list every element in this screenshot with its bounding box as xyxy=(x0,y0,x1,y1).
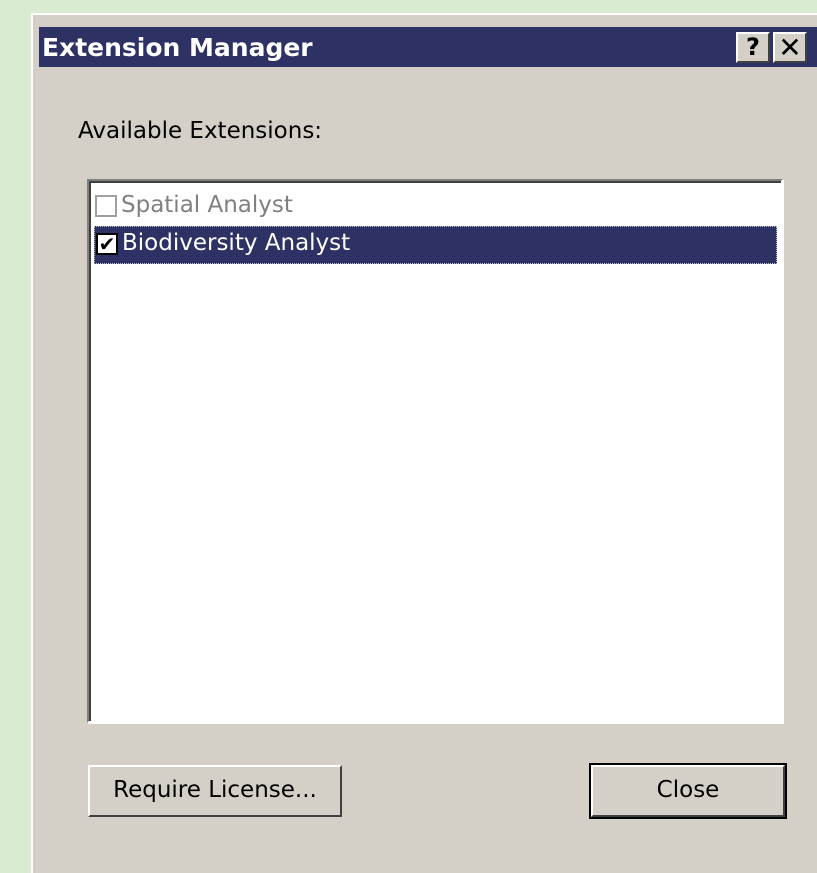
available-extensions-label: Available Extensions: xyxy=(78,118,323,144)
checkbox-spatial-analyst[interactable] xyxy=(95,195,117,217)
list-item[interactable]: ✔ Biodiversity Analyst xyxy=(94,226,777,264)
checkbox-biodiversity-analyst[interactable]: ✔ xyxy=(96,233,118,255)
close-window-button[interactable]: ✕ xyxy=(773,32,807,63)
extensions-list[interactable]: Spatial Analyst ✔ Biodiversity Analyst xyxy=(87,179,783,723)
close-button[interactable]: Close xyxy=(589,763,787,819)
require-license-button[interactable]: Require License... xyxy=(88,765,342,817)
extension-name: Spatial Analyst xyxy=(121,192,293,218)
extension-name: Biodiversity Analyst xyxy=(122,230,351,256)
extension-manager-dialog: Extension Manager ? ✕ Available Extensio… xyxy=(31,13,817,873)
help-button[interactable]: ? xyxy=(736,32,770,63)
window-title: Extension Manager xyxy=(42,33,313,62)
title-bar[interactable]: Extension Manager ? ✕ xyxy=(39,27,817,67)
list-item[interactable]: Spatial Analyst xyxy=(94,187,777,225)
